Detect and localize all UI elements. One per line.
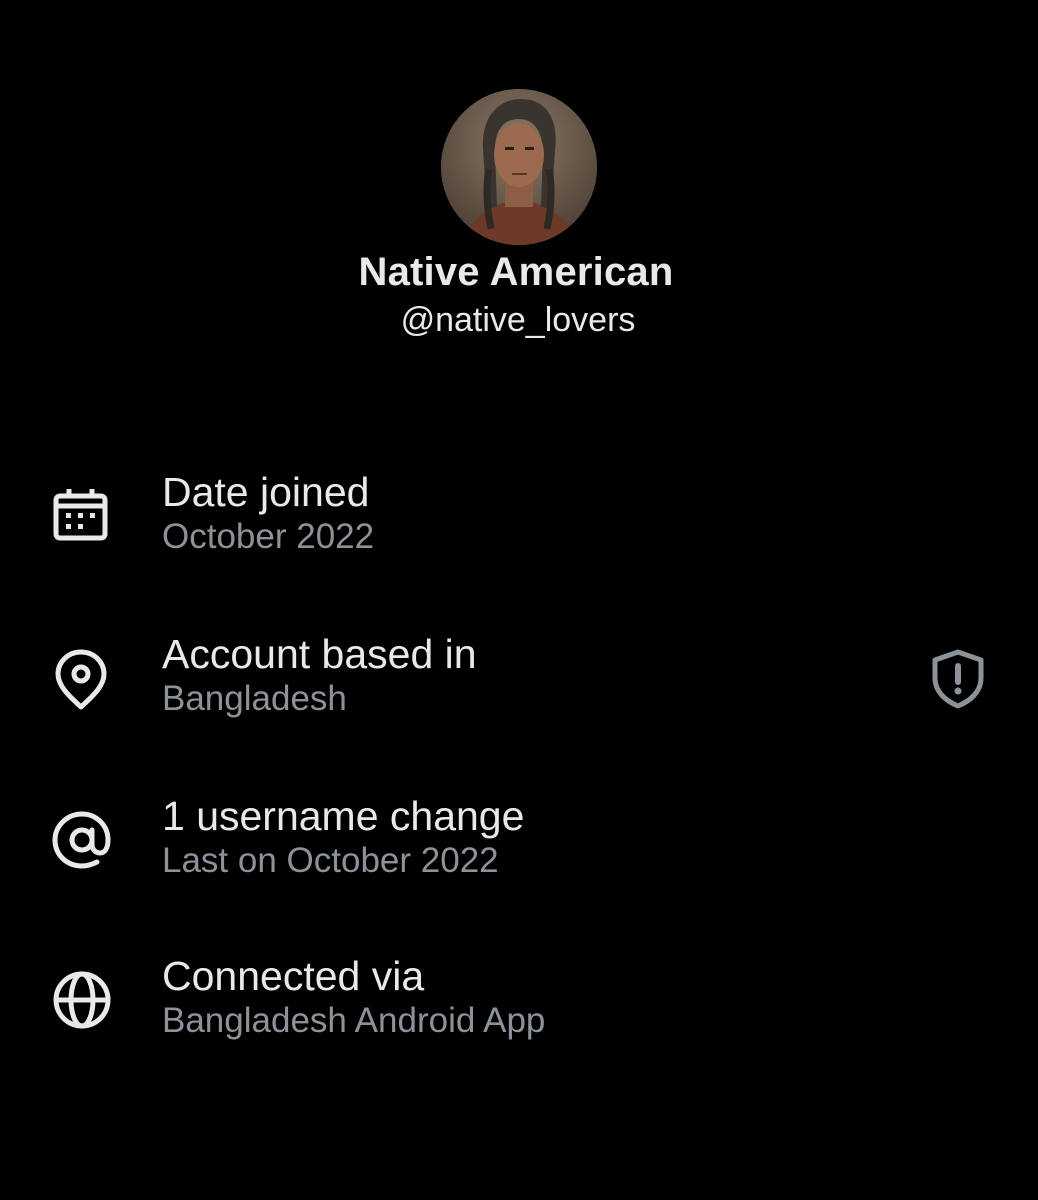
connected-via-value: Bangladesh Android App [162,1001,546,1040]
at-sign-icon [48,806,116,874]
account-based-in-value: Bangladesh [162,679,347,718]
profile-header: Native American @native_lovers [0,0,1038,360]
date-joined-label: Date joined [162,469,370,515]
display-name: Native American [358,250,674,294]
avatar-image [441,89,597,245]
connected-via-row: Connected via Bangladesh Android App [0,952,1038,1062]
username-change-label: 1 username change [162,793,525,839]
location-pin-icon [48,646,116,714]
date-joined-row: Date joined October 2022 [0,468,1038,578]
date-joined-value: October 2022 [162,517,375,556]
username-handle: @native_lovers [400,301,636,339]
connected-via-label: Connected via [162,953,425,999]
username-change-row: 1 username change Last on October 2022 [0,792,1038,902]
calendar-icon [48,484,116,552]
avatar[interactable] [441,89,597,245]
account-based-in-row: Account based in Bangladesh [0,630,1038,740]
shield-exclamation-icon[interactable] [926,646,990,710]
account-based-in-label: Account based in [162,631,477,677]
globe-icon [48,966,116,1034]
username-change-value: Last on October 2022 [162,841,499,880]
